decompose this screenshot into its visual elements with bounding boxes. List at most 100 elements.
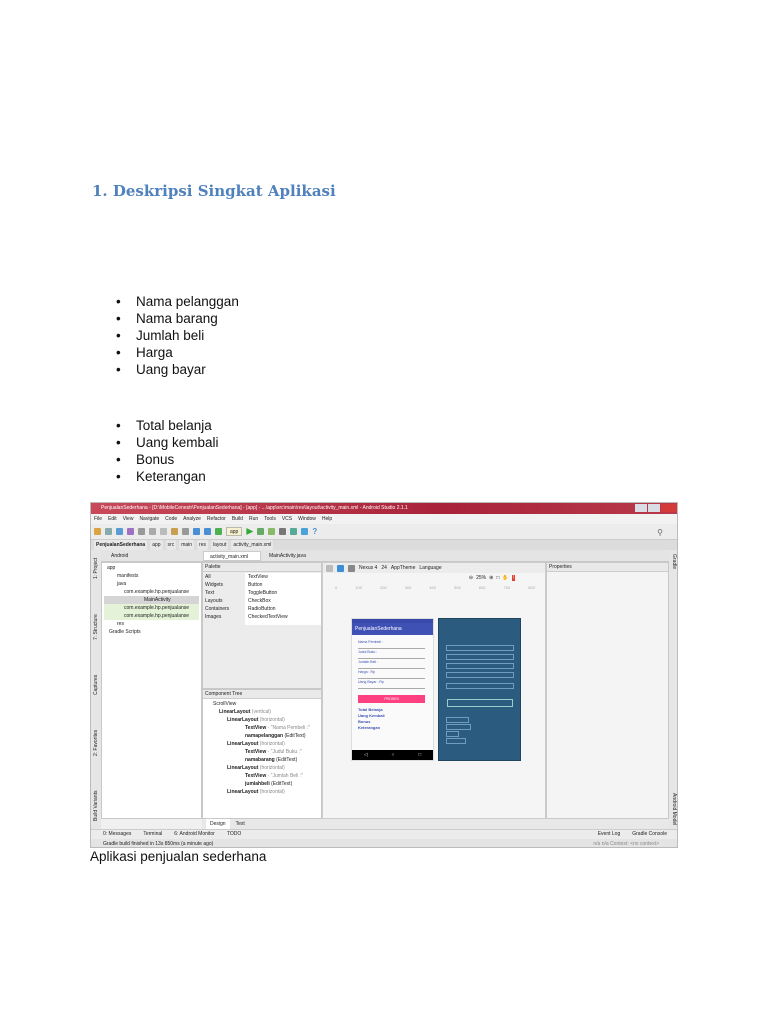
tree-item[interactable]: app (104, 564, 199, 572)
tree-item[interactable]: res (104, 620, 199, 628)
debug-icon[interactable] (257, 528, 265, 535)
menu-build[interactable]: Build (232, 514, 243, 524)
tool-android-model[interactable]: Android Model (669, 793, 677, 825)
language-select[interactable]: Language (419, 565, 441, 571)
project-view-select[interactable]: Android (103, 552, 158, 560)
help-icon[interactable]: ? (312, 527, 317, 536)
menu-help[interactable]: Help (322, 514, 332, 524)
tree-node[interactable]: namabarang (EditText) (205, 756, 319, 764)
tool-structure[interactable]: 7: Structure (91, 614, 101, 640)
tab-activity-main[interactable]: activity_main.xml (203, 551, 261, 561)
tree-item[interactable]: manifests (104, 572, 199, 580)
theme-select[interactable]: AppTheme (391, 565, 415, 571)
menu-navigate[interactable]: Navigate (139, 514, 159, 524)
tree-item[interactable]: com.example.hp.penjualanse (104, 604, 199, 612)
tool-terminal[interactable]: Terminal (143, 830, 162, 839)
tree-node[interactable]: TextView - "Judul Buku :" (205, 748, 319, 756)
tree-node[interactable]: LinearLayout (horizontal) (205, 764, 319, 772)
breadcrumb-item[interactable]: app (150, 540, 163, 550)
maximize-button[interactable] (648, 504, 660, 512)
tool-gradle[interactable]: Gradle (669, 554, 677, 569)
tool-project[interactable]: 1: Project (91, 558, 101, 579)
redo-icon[interactable] (138, 528, 145, 535)
run-config-select[interactable]: app (226, 527, 243, 536)
tree-item[interactable]: Gradle Scripts (104, 628, 199, 636)
open-icon[interactable] (94, 528, 101, 535)
search-icon[interactable]: ⚲ (657, 528, 663, 537)
palette-group[interactable]: All (205, 573, 243, 581)
menu-code[interactable]: Code (165, 514, 177, 524)
minimize-button[interactable] (635, 504, 647, 512)
forward-icon[interactable] (204, 528, 211, 535)
orientation-icon[interactable] (348, 564, 355, 572)
close-button[interactable] (661, 504, 677, 512)
tree-item-selected[interactable]: MainActivity (104, 596, 199, 604)
api-select[interactable]: 24 (381, 565, 387, 571)
tree-item[interactable]: java (104, 580, 199, 588)
copy-icon[interactable] (160, 528, 167, 535)
back-icon[interactable] (193, 528, 200, 535)
tab-text[interactable]: Text (232, 819, 249, 829)
tool-build-variants[interactable]: Build Variants (91, 791, 101, 821)
error-icon[interactable]: ! (511, 575, 515, 581)
undo-icon[interactable] (127, 528, 134, 535)
tool-messages[interactable]: 0: Messages (103, 830, 131, 839)
tab-design[interactable]: Design (206, 819, 230, 829)
tree-node[interactable]: namapelanggan (EditText) (205, 732, 319, 740)
menu-vcs[interactable]: VCS (282, 514, 292, 524)
tree-node[interactable]: LinearLayout (vertical) (205, 708, 319, 716)
menu-window[interactable]: Window (298, 514, 316, 524)
tree-node[interactable]: jumlahbeli (EditText) (205, 780, 319, 788)
tree-item[interactable]: com.example.hp.penjualanse (104, 612, 199, 620)
breadcrumb-item[interactable]: res (197, 540, 208, 550)
palette-item[interactable]: RadioButton (248, 605, 321, 613)
palette-group[interactable]: Images (205, 613, 243, 621)
cut-icon[interactable] (149, 528, 156, 535)
palette-group[interactable]: Layouts (205, 597, 243, 605)
breadcrumb-item[interactable]: src (165, 540, 177, 550)
sync-icon[interactable] (116, 528, 123, 535)
paste-icon[interactable] (171, 528, 178, 535)
tool-android-monitor[interactable]: 6: Android Monitor (174, 830, 215, 839)
menu-file[interactable]: File (94, 514, 102, 524)
make-icon[interactable] (215, 528, 222, 535)
tool-gradle-console[interactable]: Gradle Console (632, 830, 667, 839)
tree-node[interactable]: LinearLayout (horizontal) (205, 740, 319, 748)
blueprint-mode-icon[interactable] (337, 564, 344, 572)
tree-node[interactable]: LinearLayout (horizontal) (205, 716, 319, 724)
stop-icon[interactable] (279, 528, 287, 535)
avd-icon[interactable] (301, 528, 309, 535)
menu-edit[interactable]: Edit (108, 514, 117, 524)
find-icon[interactable] (182, 528, 189, 535)
zoom-out-icon[interactable]: ⊖ (469, 575, 473, 581)
tool-todo[interactable]: TODO (227, 830, 241, 839)
tree-item[interactable]: com.example.hp.penjualanse (104, 588, 199, 596)
zoom-in-icon[interactable]: ⊕ (489, 575, 493, 581)
proses-button[interactable]: PROSES (358, 695, 425, 703)
breadcrumb-item[interactable]: PenjualanSederhana (94, 540, 148, 550)
menu-analyze[interactable]: Analyze (183, 514, 201, 524)
tree-node[interactable]: TextView - "Jumlah Beli :" (205, 772, 319, 780)
menu-view[interactable]: View (123, 514, 134, 524)
device-select[interactable]: Nexus 4 (359, 565, 377, 571)
breadcrumb-item[interactable]: activity_main.xml (231, 540, 274, 550)
save-icon[interactable] (105, 528, 112, 535)
breadcrumb-item[interactable]: layout (211, 540, 229, 550)
tab-main-activity[interactable]: MainActivity.java (263, 551, 323, 561)
sdk-icon[interactable] (290, 528, 298, 535)
android-icon[interactable] (268, 528, 276, 535)
tree-node[interactable]: ScrollView (205, 700, 319, 708)
palette-group[interactable]: Text (205, 589, 243, 597)
palette-group[interactable]: Widgets (205, 581, 243, 589)
pan-icon[interactable]: ✋ (502, 575, 508, 581)
tool-favorites[interactable]: 2: Favorites (91, 730, 101, 756)
breadcrumb-item[interactable]: main (179, 540, 195, 550)
palette-group[interactable]: Containers (205, 605, 243, 613)
palette-item[interactable]: TextView (248, 573, 321, 581)
tool-captures[interactable]: Captures (91, 675, 101, 695)
menu-tools[interactable]: Tools (264, 514, 276, 524)
fit-icon[interactable]: □ (496, 575, 499, 581)
palette-item[interactable]: CheckedTextView (248, 613, 321, 621)
palette-item[interactable]: ToggleButton (248, 589, 321, 597)
palette-item[interactable]: Button (248, 581, 321, 589)
